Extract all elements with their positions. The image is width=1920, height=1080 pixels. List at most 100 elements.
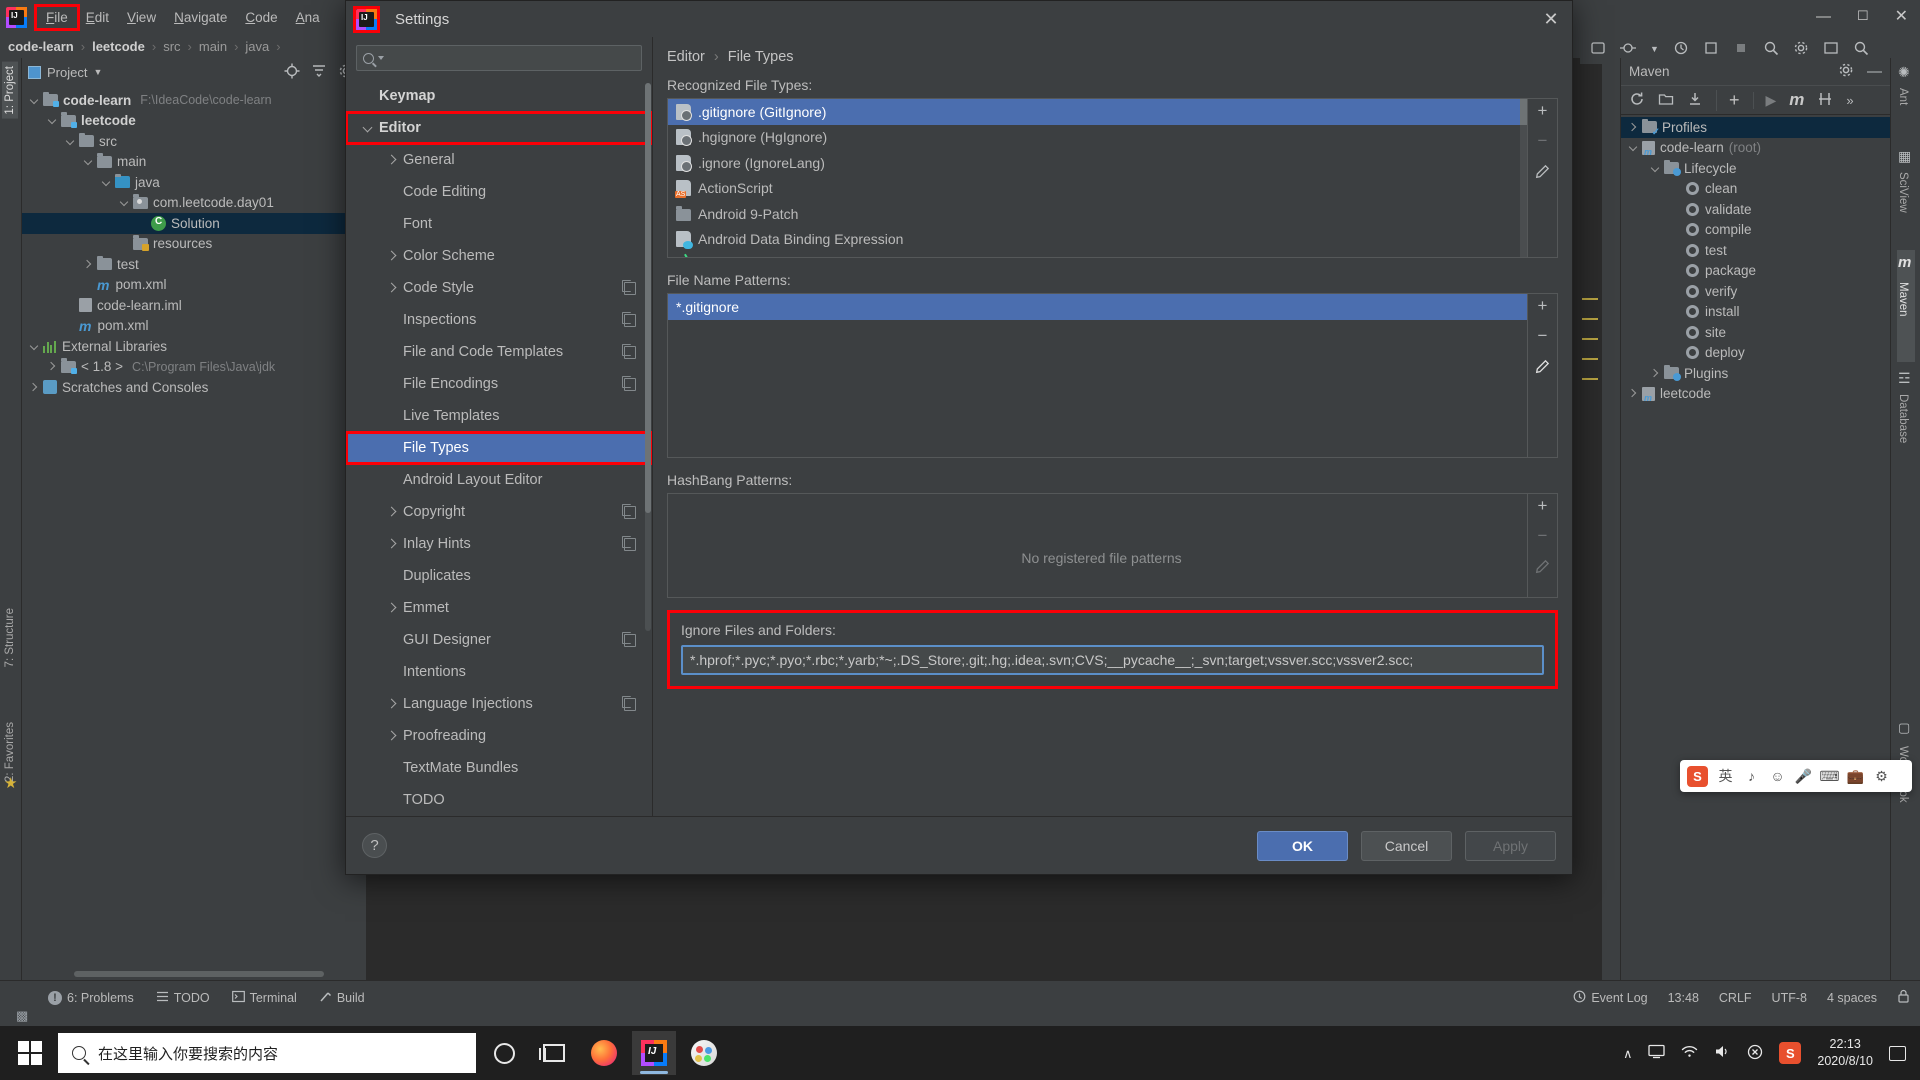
status-build[interactable]: Build <box>319 990 365 1006</box>
settings-tree-item-file-and-code-templates[interactable]: File and Code Templates <box>346 336 652 368</box>
chevron-down-icon[interactable] <box>378 56 384 60</box>
status-indent[interactable]: 4 spaces <box>1827 991 1877 1005</box>
settings-tree-item-language-injections[interactable]: Language Injections <box>346 688 652 720</box>
breadcrumb-item-4[interactable]: java <box>245 39 269 54</box>
settings-tree-item-live-templates[interactable]: Live Templates <box>346 400 652 432</box>
project-tree-row[interactable]: test <box>22 254 366 275</box>
maven-tree-row[interactable]: deploy <box>1621 343 1890 364</box>
settings-tree-item-font[interactable]: Font <box>346 208 652 240</box>
run-config-icon[interactable] <box>1703 40 1719 59</box>
ime-emoji-icon[interactable]: ☺ <box>1769 768 1786 785</box>
help-button[interactable]: ? <box>362 833 387 858</box>
copy-settings-icon[interactable] <box>624 378 636 391</box>
recognized-file-type-row[interactable]: ActionScript <box>668 176 1527 202</box>
maven-tree-row[interactable]: leetcode <box>1621 384 1890 405</box>
cortana-icon[interactable] <box>482 1031 526 1075</box>
vcs-history-icon[interactable] <box>1673 40 1689 59</box>
settings-tree-item-keymap[interactable]: Keymap <box>346 80 652 112</box>
project-tree-row[interactable]: com.leetcode.day01 <box>22 193 366 214</box>
windows-start-icon[interactable] <box>18 1041 42 1065</box>
settings-icon[interactable]: ⚙ <box>1873 768 1890 785</box>
settings-tree-item-copyright[interactable]: Copyright <box>346 496 652 528</box>
project-tree-row[interactable]: main <box>22 152 366 173</box>
settings-tree-item-emmet[interactable]: Emmet <box>346 592 652 624</box>
recognized-file-types-list[interactable]: .gitignore (GitIgnore).hgignore (HgIgnor… <box>667 98 1528 258</box>
add-button[interactable]: + <box>1534 297 1552 315</box>
close-icon[interactable] <box>1747 1044 1763 1063</box>
chevron-down-icon[interactable]: ▼ <box>1650 44 1659 54</box>
remove-button[interactable]: − <box>1534 327 1552 345</box>
menu-view[interactable]: View <box>118 7 165 28</box>
chevron-down-icon[interactable]: ▼ <box>93 67 102 77</box>
chevron-right-icon[interactable] <box>384 600 400 616</box>
chevron-right-icon[interactable] <box>384 280 400 296</box>
project-tree-row[interactable]: External Libraries <box>22 336 366 357</box>
settings-tree-item-inspections[interactable]: Inspections <box>346 304 652 336</box>
status-terminal[interactable]: Terminal <box>232 990 297 1006</box>
collapse-all-icon[interactable] <box>311 63 327 82</box>
tool-tab-ant[interactable]: Ant <box>1894 84 1912 109</box>
recognized-file-type-row[interactable]: Android Data Binding Expression <box>668 227 1527 253</box>
settings-tree-item-inlay-hints[interactable]: Inlay Hints <box>346 528 652 560</box>
chevron-down-icon[interactable] <box>118 196 131 209</box>
chevron-down-icon[interactable] <box>1627 141 1640 154</box>
recognized-file-type-row[interactable]: .gitignore (GitIgnore) <box>668 99 1527 125</box>
settings-tree-item-code-style[interactable]: Code Style <box>346 272 652 304</box>
maven-tree-row[interactable]: verify <box>1621 281 1890 302</box>
chevron-right-icon[interactable] <box>384 152 400 168</box>
settings-tree-item-android-layout-editor[interactable]: Android Layout Editor <box>346 464 652 496</box>
settings-icon[interactable] <box>1793 40 1809 59</box>
volume-icon[interactable] <box>1714 1044 1731 1062</box>
copy-settings-icon[interactable] <box>624 506 636 519</box>
tool-tab-structure[interactable]: 7: Structure <box>2 604 18 671</box>
status-line-separator[interactable]: CRLF <box>1719 991 1752 1005</box>
project-tree-row[interactable]: < 1.8 >C:\Program Files\Java\jdk <box>22 357 366 378</box>
project-tree-row[interactable]: resources <box>22 234 366 255</box>
chevron-down-icon[interactable] <box>1649 162 1662 175</box>
menu-navigate[interactable]: Navigate <box>165 7 236 28</box>
chevron-right-icon[interactable] <box>1649 367 1662 380</box>
chevron-right-icon[interactable] <box>82 258 95 271</box>
project-tree-row[interactable]: leetcode <box>22 111 366 132</box>
cancel-button[interactable]: Cancel <box>1361 831 1452 861</box>
maven-m-icon[interactable]: m <box>1789 90 1804 110</box>
close-icon[interactable]: ✕ <box>1540 9 1562 29</box>
more-icon[interactable]: » <box>1846 93 1853 108</box>
add-module-icon[interactable] <box>1658 91 1674 110</box>
copy-settings-icon[interactable] <box>624 698 636 711</box>
project-tree-row[interactable]: mpom.xml <box>22 316 366 337</box>
locate-icon[interactable] <box>284 63 300 82</box>
chevron-down-icon[interactable] <box>64 135 77 148</box>
maven-tree-row[interactable]: site <box>1621 322 1890 343</box>
settings-tree-item-proofreading[interactable]: Proofreading <box>346 720 652 752</box>
recognized-list-scrollbar-thumb[interactable] <box>1520 99 1527 125</box>
maven-tree-row[interactable]: install <box>1621 302 1890 323</box>
recognized-file-type-row[interactable]: Android 9-Patch <box>668 201 1527 227</box>
paint-3d-icon[interactable] <box>682 1031 726 1075</box>
display-icon[interactable] <box>1648 1044 1665 1062</box>
firefox-icon[interactable] <box>582 1031 626 1075</box>
settings-tree-item-file-types[interactable]: File Types <box>346 432 652 464</box>
settings-tree-scrollbar-thumb[interactable] <box>645 83 651 513</box>
search-everywhere-icon[interactable] <box>1763 40 1779 59</box>
sogou-logo-icon[interactable]: S <box>1687 766 1708 787</box>
notification-icon[interactable] <box>1889 1046 1906 1061</box>
stop-icon[interactable] <box>1733 40 1749 59</box>
settings-tree-item-duplicates[interactable]: Duplicates <box>346 560 652 592</box>
download-sources-icon[interactable] <box>1687 91 1703 110</box>
chevron-down-icon[interactable] <box>82 155 95 168</box>
maven-tree-row[interactable]: Lifecycle <box>1621 158 1890 179</box>
taskbar-clock[interactable]: 22:13 2020/8/10 <box>1817 1036 1873 1070</box>
chevron-right-icon[interactable] <box>384 536 400 552</box>
breadcrumb-item-3[interactable]: main <box>199 39 227 54</box>
sogou-tray-icon[interactable]: S <box>1779 1042 1801 1064</box>
project-tree-row[interactable]: java <box>22 172 366 193</box>
add-button[interactable]: + <box>1534 102 1552 120</box>
chevron-down-icon[interactable] <box>100 176 113 189</box>
file-name-patterns-list[interactable]: *.gitignore <box>667 293 1528 458</box>
breadcrumb-parent[interactable]: Editor <box>667 49 705 65</box>
task-view-icon[interactable] <box>532 1031 576 1075</box>
menu-code[interactable]: Code <box>236 7 286 28</box>
edit-button[interactable] <box>1534 162 1552 180</box>
settings-tree-item-file-encodings[interactable]: File Encodings <box>346 368 652 400</box>
